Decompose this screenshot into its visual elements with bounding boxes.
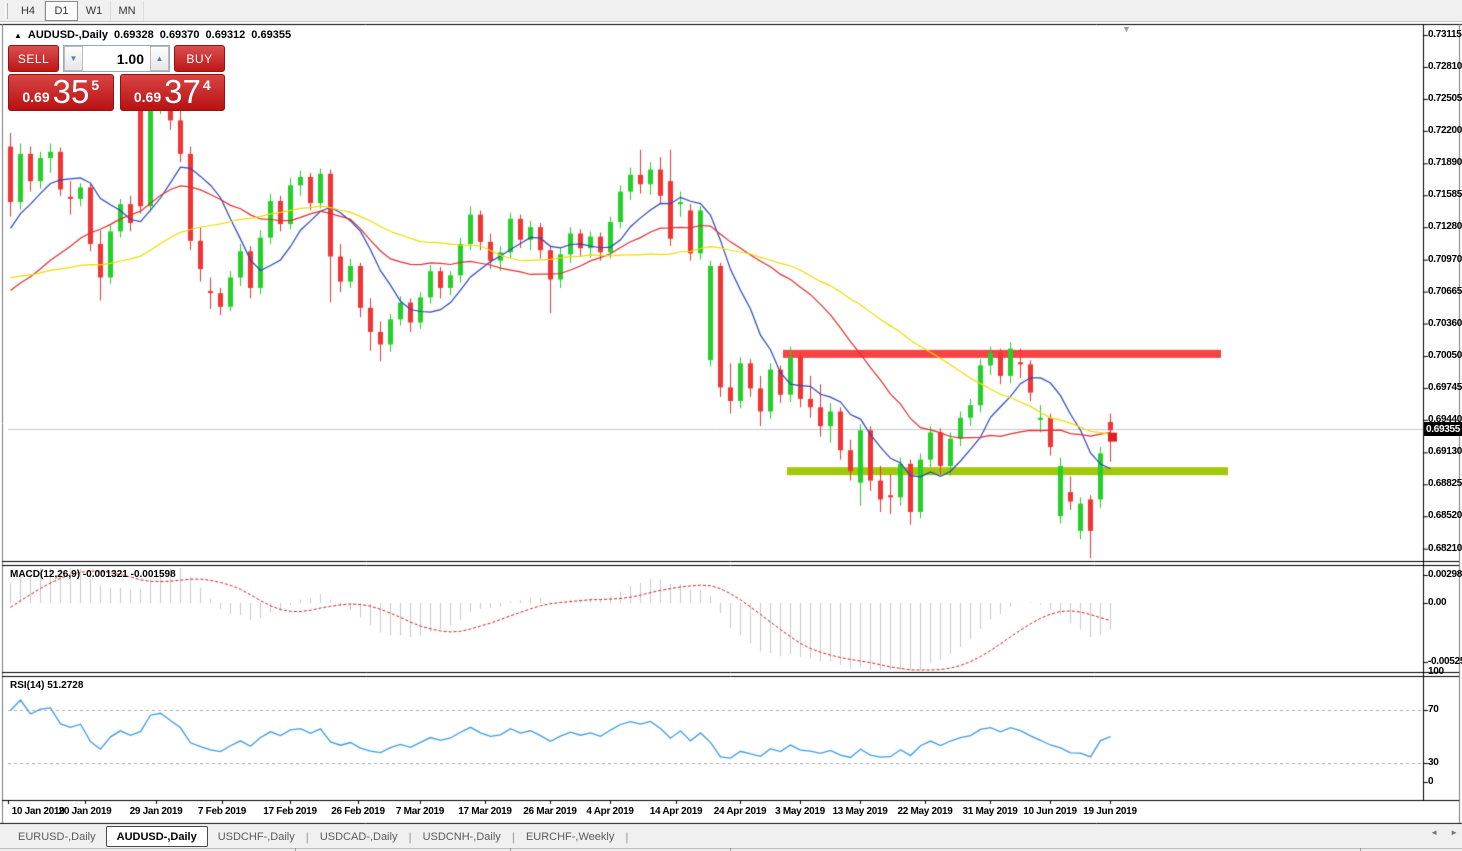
- volume-control: ▼ ▲: [63, 45, 170, 72]
- buy-price-prefix: 0.69: [133, 89, 162, 105]
- sell-price-big: 35: [52, 73, 90, 110]
- time-axis-label: 17 Feb 2019: [263, 806, 317, 817]
- macd-label: MACD(12,26,9) -0.001321 -0.001598: [10, 569, 176, 580]
- price-axis-label: 0.69130: [1428, 446, 1462, 458]
- price-axis-label: 0.69440: [1428, 413, 1462, 425]
- timeframe-toolbar: H4 D1 W1 MN: [0, 0, 1462, 22]
- tab-scroll-controls: ◄ ►: [1430, 828, 1458, 837]
- one-click-trading-panel: SELL ▼ ▲ BUY 0.69 35 5 0.69 37 4: [8, 45, 225, 111]
- time-axis-label: 29 Jan 2019: [129, 806, 183, 817]
- tab-scroll-right-icon[interactable]: ►: [1450, 828, 1458, 837]
- tab-audusd-daily[interactable]: AUDUSD-,Daily: [105, 826, 208, 847]
- volume-input[interactable]: [83, 46, 150, 71]
- tab-separator: |: [625, 829, 629, 844]
- price-axis-label: 0.69745: [1428, 381, 1462, 393]
- timeframe-button-w1[interactable]: W1: [78, 0, 111, 21]
- price-axis-label: 0.68825: [1428, 478, 1462, 490]
- price-axis-label: 0.70665: [1428, 285, 1462, 297]
- price-chart-canvas[interactable]: [0, 0, 1462, 851]
- tab-usdcnh-daily[interactable]: USDCNH-,Daily: [413, 826, 511, 847]
- time-axis-label: 7 Mar 2019: [395, 806, 445, 817]
- price-axis-label: 0.70360: [1428, 317, 1462, 329]
- buy-button[interactable]: BUY: [174, 45, 225, 72]
- timeframe-button-d1[interactable]: D1: [45, 0, 78, 21]
- symbol-tab-bar: EURUSD-,Daily AUDUSD-,Daily USDCHF-,Daily |…: [0, 825, 1462, 848]
- ohlc-high: 0.69370: [159, 29, 200, 41]
- rsi-label: RSI(14) 51.2728: [10, 680, 84, 691]
- buy-quote-box[interactable]: 0.69 37 4: [119, 73, 225, 111]
- price-axis-label: 0.72200: [1428, 124, 1462, 136]
- tab-usdchf-daily[interactable]: USDCHF-,Daily: [208, 826, 305, 847]
- rsi-axis-label: 30: [1428, 757, 1439, 768]
- ohlc-open: 0.69328: [114, 29, 154, 41]
- volume-decrease-button[interactable]: ▼: [64, 46, 83, 71]
- price-axis-label: 0.68210: [1428, 542, 1462, 554]
- time-axis-label: 20 Jan 2019: [58, 806, 112, 817]
- price-axis-label: 0.73115: [1428, 29, 1462, 41]
- macd-value-1: -0.001321: [82, 569, 128, 580]
- tab-usdcad-daily[interactable]: USDCAD-,Daily: [310, 826, 408, 847]
- time-axis-label: 14 Apr 2019: [649, 806, 703, 817]
- timeframe-button-mn[interactable]: MN: [111, 0, 144, 21]
- application-window: H4 D1 W1 MN ▲ AUDUSD-,Daily 0.69328 0.69370…: [0, 0, 1462, 851]
- ohlc-low: 0.69312: [205, 29, 246, 41]
- time-axis-label: 4 Apr 2019: [586, 806, 634, 817]
- price-axis-label: 0.70970: [1428, 253, 1462, 265]
- macd-axis-label: 0.00: [1428, 597, 1447, 608]
- price-axis-label: 0.70050: [1428, 349, 1462, 361]
- tab-eurchf-weekly[interactable]: EURCHF-,Weekly: [516, 826, 624, 847]
- price-axis-label: 0.71585: [1428, 189, 1462, 201]
- macd-value-2: -0.001598: [130, 569, 176, 580]
- sell-quote-box[interactable]: 0.69 35 5: [8, 74, 114, 111]
- price-axis-label: 0.72810: [1428, 60, 1462, 72]
- rsi-value: 51.2728: [47, 680, 84, 691]
- toolbar-groove: [5, 2, 8, 19]
- chart-scroll-marker-icon[interactable]: ▼: [1122, 24, 1131, 34]
- tab-scroll-left-icon[interactable]: ◄: [1430, 828, 1438, 837]
- price-axis-label: 0.68520: [1428, 510, 1462, 522]
- buy-price-big: 37: [164, 73, 201, 110]
- symbol-up-triangle-icon: ▲: [14, 30, 22, 40]
- timeframe-button-h4[interactable]: H4: [12, 0, 45, 21]
- time-axis-label: 22 May 2019: [897, 806, 953, 817]
- price-axis-label: 0.71280: [1428, 221, 1462, 233]
- sell-button[interactable]: SELL: [8, 45, 59, 72]
- time-axis-label: 7 Feb 2019: [197, 806, 247, 817]
- ohlc-close: 0.69355: [251, 29, 292, 41]
- rsi-axis-label: 0: [1428, 776, 1434, 787]
- price-axis-label: 0.72505: [1428, 92, 1462, 104]
- buy-price-pip: 4: [202, 77, 211, 93]
- tab-eurusd-daily[interactable]: EURUSD-,Daily: [8, 826, 106, 847]
- sell-price-pip: 5: [91, 77, 100, 93]
- macd-axis-label: 0.002984: [1428, 569, 1462, 580]
- chart-title: ▲ AUDUSD-,Daily 0.69328 0.69370 0.69312 …: [14, 29, 291, 41]
- price-axis-label: 0.71890: [1428, 157, 1462, 169]
- rsi-axis-label: 70: [1428, 704, 1439, 715]
- time-axis-label: 17 Mar 2019: [458, 806, 512, 817]
- sell-price-prefix: 0.69: [22, 89, 50, 105]
- symbol-title: AUDUSD-,Daily: [27, 29, 108, 41]
- volume-increase-button[interactable]: ▲: [150, 46, 169, 71]
- rsi-axis-label: 100: [1428, 666, 1444, 677]
- time-axis-label: 19 Jun 2019: [1083, 806, 1137, 817]
- time-axis-label: 13 May 2019: [832, 806, 888, 817]
